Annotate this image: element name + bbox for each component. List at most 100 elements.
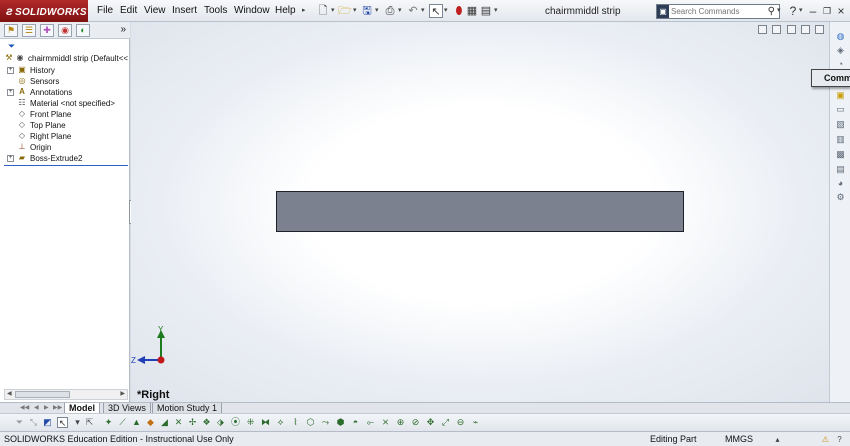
view-tile-icon[interactable] [758, 25, 767, 34]
tree-item-sensors[interactable]: ◎ Sensors [0, 76, 130, 87]
appearances-icon[interactable]: ▧ [835, 119, 846, 130]
tree-item-origin[interactable]: ⊥ Origin [0, 142, 130, 153]
rebuild-traffic-light-icon[interactable]: ⬮ [452, 4, 466, 18]
scroll-left-icon[interactable]: ◀ [7, 390, 12, 399]
extrude-boss-icon[interactable]: ▲ [131, 417, 142, 428]
pin-icon[interactable]: ▸ [302, 6, 306, 14]
rollback-bar[interactable] [4, 165, 128, 166]
chevron-down-icon[interactable]: ▾ [421, 6, 425, 14]
select-arrow-icon[interactable]: ↖ [429, 4, 443, 18]
tab-prev-icon[interactable]: ◀ [34, 404, 39, 411]
view-palette-icon[interactable]: ▭ [835, 104, 846, 115]
tab-next-icon[interactable]: ▶ [44, 404, 49, 411]
scrollbar-thumb[interactable] [15, 391, 70, 398]
rebuild-status-icon[interactable]: ⚠ [820, 434, 831, 445]
view-restore-icon[interactable] [801, 25, 810, 34]
reference-geometry-icon[interactable]: ⟡ [275, 417, 286, 428]
chevron-down-icon[interactable]: ▾ [777, 6, 781, 14]
undo-icon[interactable]: ↶ [406, 4, 420, 18]
toolbox-icon[interactable]: ⚙ [835, 192, 846, 203]
design-library-icon[interactable]: ◈ [835, 45, 846, 56]
split-icon[interactable]: ⊘ [410, 417, 421, 428]
menu-insert[interactable]: Insert [172, 5, 197, 16]
configuration-manager-tab-icon[interactable]: ✚ [40, 24, 54, 37]
select-icon[interactable]: ↖ [57, 417, 68, 428]
minimize-icon[interactable]: – [806, 4, 820, 18]
wrap-icon[interactable]: ⟜ [365, 417, 376, 428]
3d-content-icon[interactable]: ▩ [835, 149, 846, 160]
search-results-icon[interactable]: ▣ [835, 90, 846, 101]
scale-icon[interactable]: ⤢ [440, 417, 451, 428]
command-manager-flyout[interactable]: Comm [811, 69, 850, 87]
open-folder-icon[interactable]: 🗁 [338, 4, 352, 18]
file-properties-icon[interactable]: ▦ [465, 4, 479, 18]
print-icon[interactable]: ⎙ [383, 4, 397, 18]
property-manager-tab-icon[interactable]: ☰ [22, 24, 36, 37]
combine-icon[interactable]: ⊕ [395, 417, 406, 428]
search-input[interactable] [671, 5, 763, 18]
unit-system[interactable]: MMGS [725, 434, 753, 444]
chamfer-icon[interactable]: ✕ [173, 417, 184, 428]
expand-icon[interactable]: + [7, 67, 14, 74]
dome-icon[interactable]: ◓ [350, 417, 361, 428]
instant3d-icon[interactable]: ⬡ [305, 417, 316, 428]
view-minimize-icon[interactable] [787, 25, 796, 34]
tree-item-top-plane[interactable]: ◇ Top Plane [0, 120, 130, 131]
search-commands-box[interactable]: ▣ ⚲ [656, 4, 780, 19]
loft-icon[interactable]: ⬢ [335, 417, 346, 428]
filter-icon[interactable]: ⏷ [8, 41, 18, 51]
search-scope-icon[interactable]: ▣ [657, 5, 669, 18]
expand-icon[interactable]: + [7, 89, 14, 96]
move-copy-icon[interactable]: ✥ [425, 417, 436, 428]
revolve-icon[interactable]: ◆ [145, 417, 156, 428]
menu-window[interactable]: Window [234, 5, 270, 16]
freeform-icon[interactable]: ⌁ [470, 417, 481, 428]
tree-item-right-plane[interactable]: ◇ Right Plane [0, 131, 130, 142]
chevron-down-icon[interactable]: ▾ [331, 6, 335, 14]
select-other-icon[interactable]: ⇱ [84, 417, 95, 428]
pattern-icon[interactable]: ⁜ [245, 417, 256, 428]
tree-item-material[interactable]: ☷ Material <not specified> [0, 98, 130, 109]
rib-icon[interactable]: ✢ [187, 417, 198, 428]
new-document-icon[interactable]: 🗋 [316, 4, 330, 18]
options-icon[interactable]: ▤ [479, 4, 493, 18]
view-close-icon[interactable] [815, 25, 824, 34]
forum-icon[interactable]: ▤ [835, 164, 846, 175]
filter-edges-icon[interactable]: ⤡ [28, 417, 39, 428]
chevron-down-icon[interactable]: ▾ [494, 6, 498, 14]
save-icon[interactable]: 🖫 [360, 4, 374, 18]
chevron-down-icon[interactable]: ▾ [444, 6, 448, 14]
graphics-area[interactable]: Y Z *Right [131, 22, 829, 402]
chevron-down-icon[interactable]: ▾ [72, 417, 83, 428]
horizontal-scrollbar[interactable]: ◀ ▶ [4, 389, 128, 400]
menu-help[interactable]: Help [275, 5, 296, 16]
close-icon[interactable]: × [834, 4, 848, 18]
feature-manager-tab-icon[interactable]: ⚑ [4, 24, 18, 37]
curves-icon[interactable]: ⌇ [290, 417, 301, 428]
chevron-up-icon[interactable]: ▴ [772, 434, 783, 445]
display-manager-tab-icon[interactable]: ◐ [76, 24, 90, 37]
tree-item-boss-extrude2[interactable]: + ▰ Boss-Extrude2 [0, 153, 130, 164]
panel-expand-icon[interactable]: » [120, 24, 126, 35]
view-split-icon[interactable] [772, 25, 781, 34]
solidworks-logo[interactable]: ƨ SOLIDWORKS [0, 0, 88, 22]
delete-body-icon[interactable]: ⊖ [455, 417, 466, 428]
fillet-icon[interactable]: ◢ [159, 417, 170, 428]
filter-icon[interactable]: ⏷ [14, 417, 25, 428]
menu-view[interactable]: View [144, 5, 166, 16]
tree-item-history[interactable]: + ▣ History [0, 65, 130, 76]
intersect-icon[interactable]: ⨯ [380, 417, 391, 428]
tree-item-annotations[interactable]: + A Annotations [0, 87, 130, 98]
restore-icon[interactable]: ❐ [820, 4, 834, 18]
chevron-down-icon[interactable]: ▾ [398, 6, 402, 14]
chevron-down-icon[interactable]: ▾ [353, 6, 357, 14]
scroll-right-icon[interactable]: ▶ [120, 390, 125, 399]
filter-faces-icon[interactable]: ◩ [42, 417, 53, 428]
sketch-line-icon[interactable]: ⟋ [117, 417, 128, 428]
shell-icon[interactable]: ❖ [201, 417, 212, 428]
hole-wizard-icon[interactable]: ⦿ [230, 417, 241, 428]
search-icon[interactable]: ⚲ [768, 5, 775, 18]
help-icon[interactable]: ? [786, 4, 800, 18]
menu-file[interactable]: File [97, 5, 113, 16]
menu-tools[interactable]: Tools [204, 5, 227, 16]
